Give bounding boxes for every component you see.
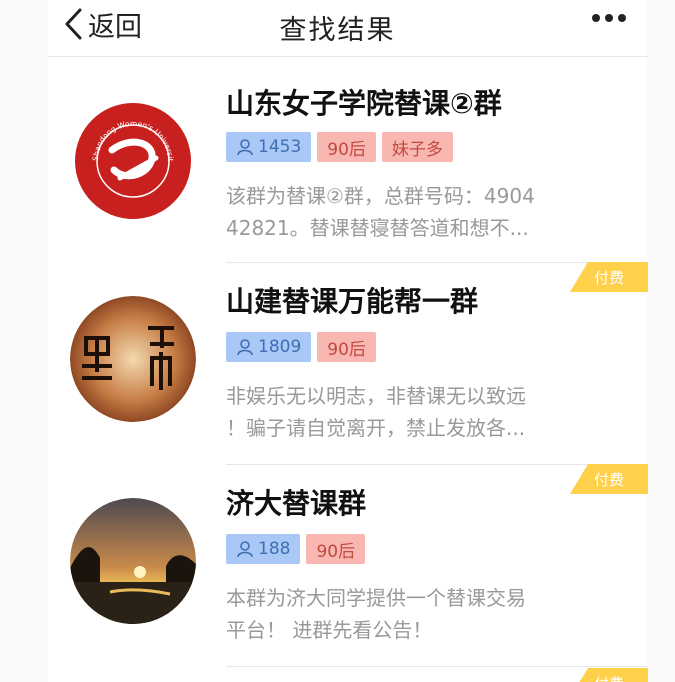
row-divider	[226, 666, 648, 667]
group-description: 本群为济大同学提供一个替课交易 平台！ 进群先看公告！	[226, 582, 606, 646]
left-margin	[0, 0, 48, 682]
member-count: 1809	[258, 337, 302, 357]
description-line: 本群为济大同学提供一个替课交易	[226, 586, 526, 610]
group-name: 济大替课群	[226, 487, 367, 520]
group-avatar: Shandong Women's University	[70, 98, 196, 224]
member-count-badge: 1453	[226, 132, 312, 162]
group-result-item[interactable]: Shandong Women's University 山东女子学院替课②群 1…	[48, 62, 648, 262]
page-title: 查找结果	[279, 15, 396, 46]
tag-badge: 妹子多	[381, 132, 453, 162]
description-line: ！骗子请自觉离开，禁止发放各...	[226, 416, 526, 440]
group-name: 山建替课万能帮一群	[226, 285, 479, 318]
search-results-screen: 返回 查找结果 Shandong Women's University	[0, 0, 675, 682]
member-count: 1453	[258, 137, 302, 157]
tag-badge: 90后	[306, 534, 366, 564]
calligraphy-avatar-icon	[70, 296, 196, 422]
nav-bar: 返回 查找结果	[0, 0, 675, 56]
group-description: 非娱乐无以明志，非替课无以致远 ！骗子请自觉离开，禁止发放各...	[226, 380, 606, 444]
person-icon	[237, 541, 253, 558]
right-margin	[647, 0, 675, 682]
row-divider	[226, 464, 648, 465]
description-line: 42821。替课替寝替答道和想不...	[226, 216, 529, 240]
header-divider	[48, 56, 648, 57]
sunset-photo-icon	[70, 498, 196, 624]
group-tags: 1453 90后 妹子多	[226, 132, 453, 162]
member-count-badge: 188	[226, 534, 301, 564]
group-tags: 1809 90后	[226, 332, 376, 362]
row-divider	[226, 262, 648, 263]
description-line: 该群为替课②群，总群号码：4904	[226, 184, 535, 208]
group-result-item[interactable]: 济大替课群 188 90后 本群为济大同学提供一个替课交易 平台！ 进群先看公告…	[48, 468, 648, 668]
member-count: 188	[258, 539, 291, 559]
university-logo-icon: Shandong Women's University	[70, 98, 195, 223]
more-options-icon[interactable]	[592, 14, 626, 22]
description-line: 非娱乐无以明志，非替课无以致远	[226, 384, 526, 408]
group-name: 山东女子学院替课②群	[226, 87, 502, 120]
person-icon	[237, 339, 253, 356]
group-avatar	[70, 296, 196, 422]
paid-badge: 付费	[570, 668, 648, 682]
description-line: 平台！ 进群先看公告！	[226, 618, 433, 642]
group-avatar	[70, 498, 196, 624]
tag-badge: 90后	[317, 332, 376, 362]
person-icon	[237, 139, 253, 156]
member-count-badge: 1809	[226, 332, 312, 362]
group-result-item[interactable]: 山建替课万能帮一群 1809 90后 非娱乐无以明志，非替课无以致远 ！骗子请自…	[48, 266, 648, 466]
group-description: 该群为替课②群，总群号码：4904 42821。替课替寝替答道和想不...	[226, 180, 606, 244]
group-tags: 188 90后	[226, 534, 366, 564]
tag-badge: 90后	[317, 132, 376, 162]
